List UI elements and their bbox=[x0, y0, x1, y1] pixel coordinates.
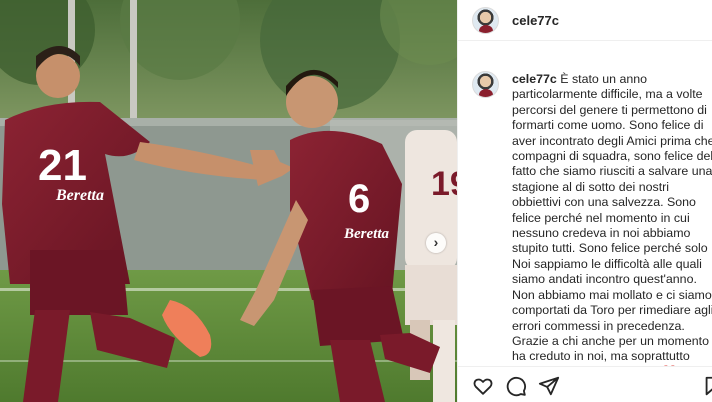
right-player-sponsor: Beretta bbox=[343, 226, 389, 242]
post-side-panel: cele77c cele77c È stato un anno particol… bbox=[457, 0, 712, 402]
football-celebration-image: 19 21 Beretta 6 Beretta bbox=[0, 0, 457, 402]
header-username[interactable]: cele77c bbox=[512, 13, 559, 28]
carousel-next-button[interactable]: › bbox=[426, 233, 446, 253]
left-player-sponsor: Beretta bbox=[55, 187, 104, 204]
caption-username[interactable]: cele77c bbox=[512, 72, 557, 86]
caption-text: È stato un anno particolarmente difficil… bbox=[512, 72, 712, 368]
bg-player-number: 19 bbox=[431, 165, 457, 203]
share-icon[interactable] bbox=[538, 375, 560, 397]
post-caption: cele77c È stato un anno particolarmente … bbox=[512, 72, 712, 368]
avatar[interactable] bbox=[472, 7, 499, 34]
bookmark-icon[interactable] bbox=[702, 375, 712, 397]
caption-avatar[interactable] bbox=[472, 71, 499, 98]
right-player-number: 6 bbox=[348, 177, 370, 221]
post-header: cele77c bbox=[458, 0, 712, 41]
left-player-number: 21 bbox=[38, 141, 87, 190]
action-bar bbox=[458, 366, 712, 402]
comment-icon[interactable] bbox=[505, 375, 527, 397]
heart-icon[interactable] bbox=[472, 375, 494, 397]
post-photo[interactable]: 19 21 Beretta 6 Beretta bbox=[0, 0, 457, 402]
